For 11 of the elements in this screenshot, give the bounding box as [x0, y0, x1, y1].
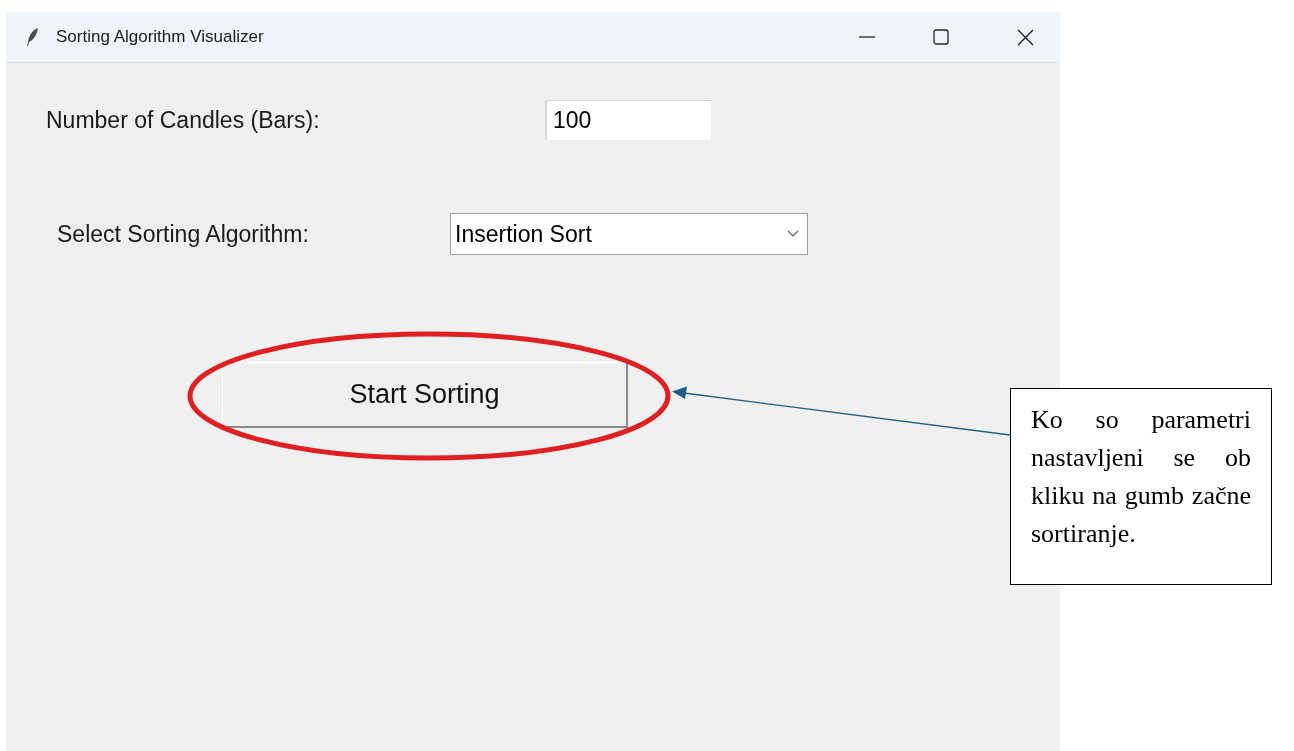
count-label: Number of Candles (Bars):	[46, 105, 321, 135]
start-sorting-button[interactable]: Start Sorting	[222, 362, 628, 428]
close-icon[interactable]	[1017, 28, 1034, 46]
count-field[interactable]: 100	[545, 100, 711, 140]
feather-icon	[26, 27, 40, 47]
algorithm-dropdown[interactable]: Insertion Sort	[450, 213, 808, 255]
maximize-icon[interactable]	[933, 29, 949, 45]
algorithm-label: Select Sorting Algorithm:	[57, 219, 310, 249]
window-title: Sorting Algorithm Visualizer	[56, 26, 264, 49]
chevron-down-icon	[787, 230, 799, 238]
annotation-text: Ko so parametri nastavljeni se ob kliku na gumb začne sortiranje.	[1031, 404, 1251, 550]
